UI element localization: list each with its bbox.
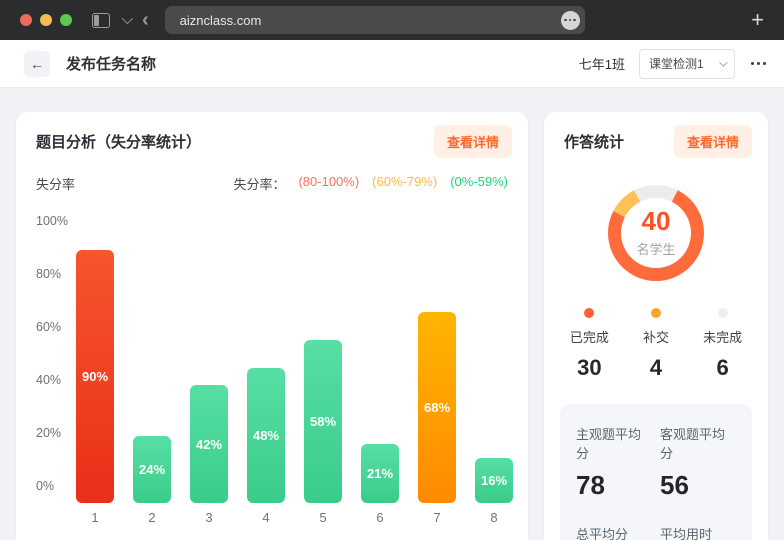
status-dot [584, 308, 594, 318]
y-tick-label: 20% [36, 426, 61, 440]
x-tick-label: 4 [247, 510, 285, 525]
question-analysis-card: 题目分析（失分率统计） 查看详情 失分率 失分率： (80-100%)(60%-… [16, 112, 528, 540]
screen: { "browser": { "url": "aiznclass.com", "… [0, 0, 784, 540]
metric-label: 总平均分 [576, 524, 652, 540]
sidebar-toggle-icon[interactable] [92, 13, 110, 28]
metric-label: 平均用时 [660, 524, 736, 540]
y-tick-label: 100% [36, 214, 68, 228]
fullscreen-window-button[interactable] [60, 14, 72, 26]
page-options-icon[interactable] [561, 11, 580, 30]
metric-value: 56 [660, 472, 736, 498]
task-select[interactable]: 课堂检测1 [639, 49, 735, 79]
stats-card-title: 作答统计 [564, 131, 624, 152]
status-legend-item: 未完成 6 [689, 308, 756, 381]
donut-chart: 40 名学生 [608, 185, 704, 281]
status-legend-item: 补交 4 [623, 308, 690, 381]
browser-toolbar: ‹ aiznclass.com + [0, 0, 784, 40]
back-arrow-icon: ← [30, 57, 44, 71]
status-legend-item: 已完成 30 [556, 308, 623, 381]
status-count: 30 [577, 355, 601, 381]
metric-label: 客观题平均分 [660, 424, 736, 462]
metric-item: 总平均分72 [576, 524, 652, 540]
student-total: 40 [642, 208, 671, 234]
minimize-window-button[interactable] [40, 14, 52, 26]
status-label: 补交 [643, 327, 669, 346]
metric-value: 78 [576, 472, 652, 498]
status-dot [651, 308, 661, 318]
metric-item: 主观题平均分 78 [576, 424, 652, 498]
y-tick-label: 60% [36, 320, 61, 334]
bar-value-label: 58% [310, 414, 336, 429]
new-tab-button[interactable]: + [745, 9, 770, 31]
bar-question-7[interactable]: 68% [418, 312, 456, 503]
bar-question-2[interactable]: 24% [133, 436, 171, 503]
url-text: aiznclass.com [180, 13, 262, 28]
status-count: 4 [650, 355, 662, 381]
bar-question-4[interactable]: 48% [247, 368, 285, 503]
x-tick-label: 2 [133, 510, 171, 525]
donut-center: 40 名学生 [608, 185, 704, 281]
x-tick-label: 7 [418, 510, 456, 525]
metrics-panel: 主观题平均分 78 客观题平均分 56 总平均分72 平均用时3′45″ [560, 404, 752, 540]
x-tick-label: 5 [304, 510, 342, 525]
bar-question-6[interactable]: 21% [361, 444, 399, 503]
tab-overview-chevron-icon[interactable] [122, 13, 133, 24]
window-controls [20, 14, 72, 26]
bar-value-label: 16% [481, 473, 507, 488]
address-bar[interactable]: aiznclass.com [165, 6, 585, 34]
class-label: 七年1班 [579, 54, 625, 73]
bar-question-8[interactable]: 16% [475, 458, 513, 503]
bar-value-label: 24% [139, 462, 165, 477]
bar-question-5[interactable]: 58% [304, 340, 342, 503]
task-select-value: 课堂检测1 [649, 55, 704, 72]
student-total-label: 名学生 [636, 239, 675, 258]
metric-item: 平均用时3′45″ [660, 524, 736, 540]
chevron-down-icon [719, 58, 727, 66]
status-dot [718, 308, 728, 318]
bar-chart: 100% 80% 60% 40% 20% 0% 90% 24% 42% 48% 58% 21% 68%… [16, 112, 528, 540]
content: 题目分析（失分率统计） 查看详情 失分率 失分率： (80-100%)(60%-… [0, 88, 784, 540]
bar-value-label: 42% [196, 437, 222, 452]
bar-question-1[interactable]: 90% [76, 250, 114, 503]
answer-stats-card: 作答统计 查看详情 40 名学生 已完成 30 补交 4 未完成 6 主观题平均分 78 客观… [544, 112, 768, 540]
browser-back-icon[interactable]: ‹ [142, 10, 149, 30]
y-tick-label: 40% [36, 373, 61, 387]
x-tick-label: 6 [361, 510, 399, 525]
status-legend: 已完成 30 补交 4 未完成 6 [556, 308, 756, 381]
close-window-button[interactable] [20, 14, 32, 26]
page-header: ← 发布任务名称 七年1班 课堂检测1 [0, 40, 784, 88]
status-label: 已完成 [570, 327, 609, 346]
bar-value-label: 21% [367, 466, 393, 481]
x-tick-label: 1 [76, 510, 114, 525]
x-tick-label: 8 [475, 510, 513, 525]
metric-label: 主观题平均分 [576, 424, 652, 462]
status-count: 6 [717, 355, 729, 381]
bar-value-label: 48% [253, 428, 279, 443]
bar-question-3[interactable]: 42% [190, 385, 228, 503]
status-label: 未完成 [703, 327, 742, 346]
y-tick-label: 80% [36, 267, 61, 281]
page-title: 发布任务名称 [66, 53, 156, 74]
y-tick-label: 0% [36, 479, 54, 493]
header-right: 七年1班 课堂检测1 [579, 49, 768, 79]
bar-value-label: 68% [424, 400, 450, 415]
stats-view-details-button[interactable]: 查看详情 [674, 125, 752, 158]
more-options-button[interactable] [749, 58, 768, 69]
bar-value-label: 90% [82, 369, 108, 384]
metric-item: 客观题平均分 56 [660, 424, 736, 498]
x-tick-label: 3 [190, 510, 228, 525]
back-button[interactable]: ← [24, 51, 50, 77]
